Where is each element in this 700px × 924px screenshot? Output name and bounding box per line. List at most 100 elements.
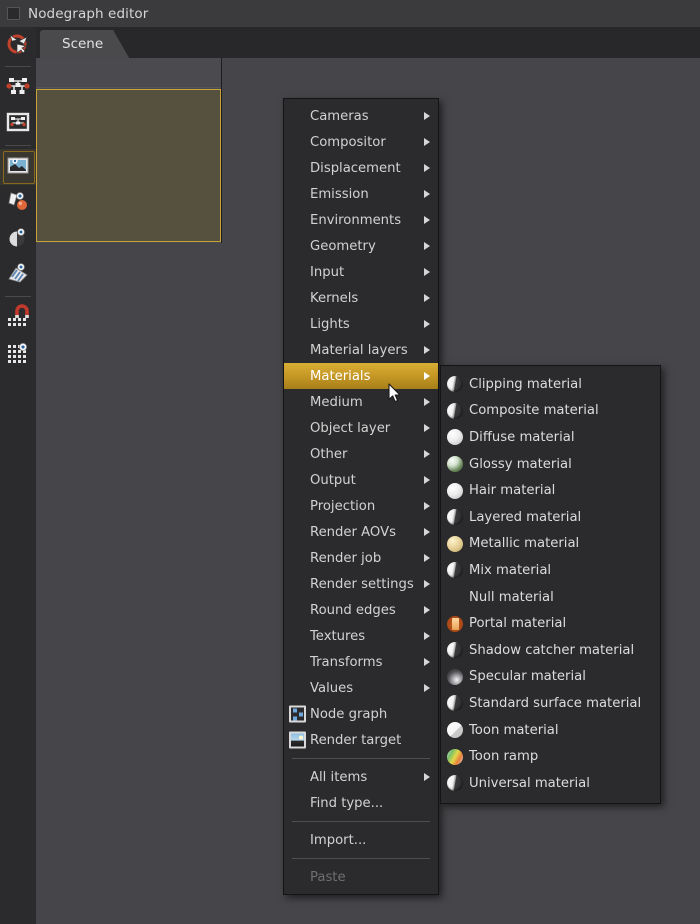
menu-item-label: Material layers bbox=[310, 342, 408, 358]
grid-eye-icon bbox=[6, 340, 30, 368]
menu-item-lights[interactable]: Lights bbox=[284, 311, 438, 337]
tool-magnet-snap[interactable] bbox=[0, 300, 36, 336]
chevron-right-icon bbox=[424, 190, 430, 198]
menu-item-label: All items bbox=[310, 769, 368, 785]
no-icon bbox=[447, 589, 463, 605]
menu-item-render-aovs[interactable]: Render AOVs bbox=[284, 519, 438, 545]
submenu-item-specular-material[interactable]: Specular material bbox=[441, 664, 660, 691]
tool-scene-graph[interactable] bbox=[0, 70, 36, 106]
submenu-item-universal-material[interactable]: Universal material bbox=[441, 770, 660, 797]
tool-render-viewport[interactable] bbox=[0, 149, 36, 185]
chevron-right-icon bbox=[424, 320, 430, 328]
menu-item-label: Node graph bbox=[310, 706, 388, 722]
menu-item-geometry[interactable]: Geometry bbox=[284, 233, 438, 259]
menu-item-label: Render AOVs bbox=[310, 524, 396, 540]
menu-item-label: Import... bbox=[310, 832, 367, 848]
menu-item-cameras[interactable]: Cameras bbox=[284, 103, 438, 129]
menu-item-render-settings[interactable]: Render settings bbox=[284, 571, 438, 597]
network-nodes-icon bbox=[6, 74, 30, 102]
menu-item-transforms[interactable]: Transforms bbox=[284, 649, 438, 675]
submenu-item-label: Layered material bbox=[469, 509, 582, 525]
submenu-item-clipping-material[interactable]: Clipping material bbox=[441, 371, 660, 398]
submenu-item-label: Clipping material bbox=[469, 376, 582, 392]
tool-grid-view[interactable] bbox=[0, 336, 36, 372]
menu-item-label: Round edges bbox=[310, 602, 396, 618]
menu-item-values[interactable]: Values bbox=[284, 675, 438, 701]
chevron-right-icon bbox=[424, 268, 430, 276]
menu-item-materials[interactable]: Materials bbox=[284, 363, 438, 389]
materials-submenu[interactable]: Clipping material Composite material Diffu… bbox=[440, 365, 661, 804]
chevron-right-icon bbox=[424, 528, 430, 536]
chevron-right-icon bbox=[424, 450, 430, 458]
menu-item-environments[interactable]: Environments bbox=[284, 207, 438, 233]
menu-item-displacement[interactable]: Displacement bbox=[284, 155, 438, 181]
submenu-item-layered-material[interactable]: Layered material bbox=[441, 504, 660, 531]
window-title: Nodegraph editor bbox=[28, 5, 149, 22]
submenu-item-mix-material[interactable]: Mix material bbox=[441, 557, 660, 584]
submenu-item-portal-material[interactable]: Portal material bbox=[441, 610, 660, 637]
menu-item-render-job[interactable]: Render job bbox=[284, 545, 438, 571]
node-create-context-menu[interactable]: Cameras Compositor Displacement Emission Env… bbox=[283, 98, 439, 895]
submenu-item-toon-ramp[interactable]: Toon ramp bbox=[441, 743, 660, 770]
tab-scene[interactable]: Scene bbox=[40, 30, 130, 58]
menu-item-projection[interactable]: Projection bbox=[284, 493, 438, 519]
menu-item-output[interactable]: Output bbox=[284, 467, 438, 493]
glossy-sphere-icon bbox=[447, 456, 463, 473]
chevron-right-icon bbox=[424, 164, 430, 172]
chevron-right-icon bbox=[424, 606, 430, 614]
menu-item-emission[interactable]: Emission bbox=[284, 181, 438, 207]
menu-item-find-type[interactable]: Find type... bbox=[284, 790, 438, 816]
tool-sphere-preview[interactable] bbox=[0, 221, 36, 257]
menu-item-material-layers[interactable]: Material layers bbox=[284, 337, 438, 363]
menu-item-round-edges[interactable]: Round edges bbox=[284, 597, 438, 623]
node-panel-header bbox=[36, 58, 221, 88]
chevron-right-icon bbox=[424, 216, 430, 224]
tool-node-group[interactable] bbox=[0, 106, 36, 142]
specular-sphere-icon bbox=[447, 668, 463, 685]
menu-item-node-graph[interactable]: Node graph bbox=[284, 701, 438, 727]
menu-item-textures[interactable]: Textures bbox=[284, 623, 438, 649]
tool-texture-preview[interactable] bbox=[0, 257, 36, 293]
menu-separator bbox=[292, 758, 430, 759]
submenu-item-diffuse-material[interactable]: Diffuse material bbox=[441, 424, 660, 451]
toolbar-divider bbox=[5, 66, 31, 67]
submenu-item-metallic-material[interactable]: Metallic material bbox=[441, 531, 660, 558]
menu-item-other[interactable]: Other bbox=[284, 441, 438, 467]
menu-item-label: Displacement bbox=[310, 160, 401, 176]
menu-item-all-items[interactable]: All items bbox=[284, 764, 438, 790]
menu-item-kernels[interactable]: Kernels bbox=[284, 285, 438, 311]
scene-node-panel[interactable] bbox=[36, 58, 222, 243]
white-sphere-icon bbox=[447, 429, 463, 446]
submenu-item-null-material[interactable]: Null material bbox=[441, 584, 660, 611]
menu-item-label: Render job bbox=[310, 550, 382, 566]
submenu-item-toon-material[interactable]: Toon material bbox=[441, 717, 660, 744]
submenu-item-hair-material[interactable]: Hair material bbox=[441, 477, 660, 504]
submenu-item-label: Specular material bbox=[469, 669, 586, 685]
textured-patch-icon bbox=[6, 261, 30, 289]
paint-sphere-icon bbox=[6, 189, 30, 217]
menu-item-render-target[interactable]: Render target bbox=[284, 727, 438, 753]
menu-item-import[interactable]: Import... bbox=[284, 827, 438, 853]
menu-item-object-layer[interactable]: Object layer bbox=[284, 415, 438, 441]
submenu-item-shadow-catcher-material[interactable]: Shadow catcher material bbox=[441, 637, 660, 664]
menu-item-medium[interactable]: Medium bbox=[284, 389, 438, 415]
half-sphere-icon bbox=[447, 509, 463, 526]
menu-item-label: Emission bbox=[310, 186, 369, 202]
submenu-item-label: Null material bbox=[469, 589, 554, 605]
half-sphere-icon bbox=[447, 562, 463, 579]
submenu-item-standard-surface-material[interactable]: Standard surface material bbox=[441, 690, 660, 717]
chevron-right-icon bbox=[424, 632, 430, 640]
submenu-item-composite-material[interactable]: Composite material bbox=[441, 398, 660, 425]
tool-node-selection[interactable] bbox=[0, 27, 36, 63]
submenu-item-label: Hair material bbox=[469, 483, 556, 499]
toon-sphere-icon bbox=[447, 722, 463, 739]
submenu-item-glossy-material[interactable]: Glossy material bbox=[441, 451, 660, 478]
menu-item-label: Render target bbox=[310, 732, 402, 748]
half-sphere-icon bbox=[447, 775, 463, 792]
menu-item-input[interactable]: Input bbox=[284, 259, 438, 285]
submenu-item-label: Composite material bbox=[469, 403, 599, 419]
gold-sphere-icon bbox=[447, 535, 463, 552]
menu-item-compositor[interactable]: Compositor bbox=[284, 129, 438, 155]
tool-material-preview[interactable] bbox=[0, 185, 36, 221]
node-panel-selection-body[interactable] bbox=[36, 89, 221, 242]
